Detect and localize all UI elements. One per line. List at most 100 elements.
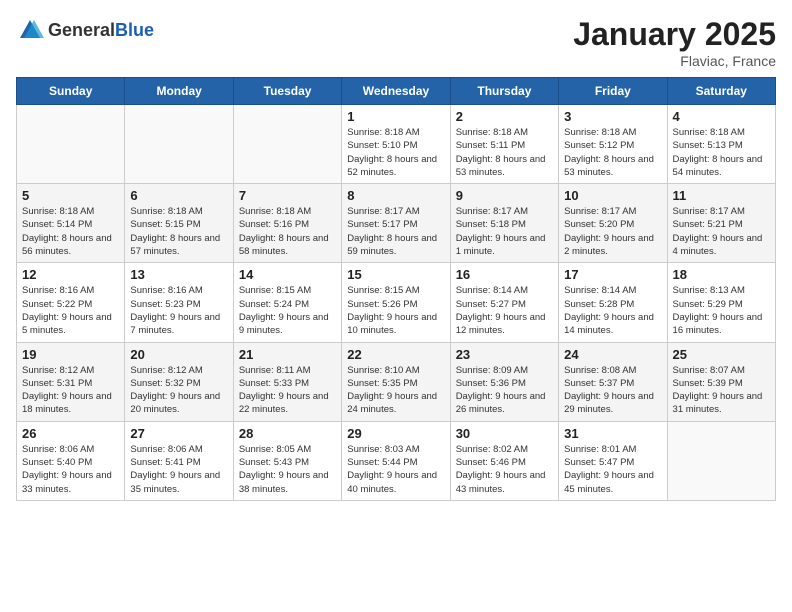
calendar-cell: 6 Sunrise: 8:18 AM Sunset: 5:15 PM Daylig… — [125, 184, 233, 263]
day-number: 3 — [564, 109, 661, 124]
day-info: Sunrise: 8:16 AM Sunset: 5:23 PM Dayligh… — [130, 284, 227, 337]
weekday-header-wednesday: Wednesday — [342, 78, 450, 105]
day-info: Sunrise: 8:07 AM Sunset: 5:39 PM Dayligh… — [673, 364, 770, 417]
calendar-week-row: 19 Sunrise: 8:12 AM Sunset: 5:31 PM Dayli… — [17, 342, 776, 421]
calendar-cell: 8 Sunrise: 8:17 AM Sunset: 5:17 PM Daylig… — [342, 184, 450, 263]
calendar-cell: 21 Sunrise: 8:11 AM Sunset: 5:33 PM Dayli… — [233, 342, 341, 421]
calendar-cell: 23 Sunrise: 8:09 AM Sunset: 5:36 PM Dayli… — [450, 342, 558, 421]
day-info: Sunrise: 8:08 AM Sunset: 5:37 PM Dayligh… — [564, 364, 661, 417]
weekday-header-sunday: Sunday — [17, 78, 125, 105]
day-info: Sunrise: 8:06 AM Sunset: 5:41 PM Dayligh… — [130, 443, 227, 496]
day-number: 11 — [673, 188, 770, 203]
day-info: Sunrise: 8:18 AM Sunset: 5:11 PM Dayligh… — [456, 126, 553, 179]
calendar-body: 1Sunrise: 8:18 AM Sunset: 5:10 PM Daylig… — [17, 105, 776, 501]
calendar-cell: 22Sunrise: 8:10 AM Sunset: 5:35 PM Dayli… — [342, 342, 450, 421]
calendar-cell: 25 Sunrise: 8:07 AM Sunset: 5:39 PM Dayli… — [667, 342, 775, 421]
day-info: Sunrise: 8:17 AM Sunset: 5:17 PM Dayligh… — [347, 205, 444, 258]
calendar-cell: 9Sunrise: 8:17 AM Sunset: 5:18 PM Daylig… — [450, 184, 558, 263]
page-header: GeneralBlue January 2025 Flaviac, France — [16, 16, 776, 69]
calendar-cell: 27 Sunrise: 8:06 AM Sunset: 5:41 PM Dayli… — [125, 421, 233, 500]
day-info: Sunrise: 8:18 AM Sunset: 5:12 PM Dayligh… — [564, 126, 661, 179]
day-number: 13 — [130, 267, 227, 282]
day-number: 2 — [456, 109, 553, 124]
logo-general: General — [48, 20, 115, 40]
day-number: 19 — [22, 347, 119, 362]
day-number: 8 — [347, 188, 444, 203]
day-info: Sunrise: 8:01 AM Sunset: 5:47 PM Dayligh… — [564, 443, 661, 496]
day-info: Sunrise: 8:15 AM Sunset: 5:24 PM Dayligh… — [239, 284, 336, 337]
calendar-cell: 4Sunrise: 8:18 AM Sunset: 5:13 PM Daylig… — [667, 105, 775, 184]
day-info: Sunrise: 8:15 AM Sunset: 5:26 PM Dayligh… — [347, 284, 444, 337]
day-number: 10 — [564, 188, 661, 203]
calendar-cell: 14 Sunrise: 8:15 AM Sunset: 5:24 PM Dayli… — [233, 263, 341, 342]
day-info: Sunrise: 8:18 AM Sunset: 5:15 PM Dayligh… — [130, 205, 227, 258]
weekday-header-tuesday: Tuesday — [233, 78, 341, 105]
calendar-cell: 20Sunrise: 8:12 AM Sunset: 5:32 PM Dayli… — [125, 342, 233, 421]
logo: GeneralBlue — [16, 16, 154, 44]
day-number: 26 — [22, 426, 119, 441]
day-number: 31 — [564, 426, 661, 441]
calendar-cell — [125, 105, 233, 184]
day-number: 16 — [456, 267, 553, 282]
day-info: Sunrise: 8:02 AM Sunset: 5:46 PM Dayligh… — [456, 443, 553, 496]
calendar-cell: 24 Sunrise: 8:08 AM Sunset: 5:37 PM Dayli… — [559, 342, 667, 421]
day-number: 30 — [456, 426, 553, 441]
calendar-table: SundayMondayTuesdayWednesdayThursdayFrid… — [16, 77, 776, 501]
day-info: Sunrise: 8:09 AM Sunset: 5:36 PM Dayligh… — [456, 364, 553, 417]
calendar-cell: 30 Sunrise: 8:02 AM Sunset: 5:46 PM Dayli… — [450, 421, 558, 500]
calendar-week-row: 1Sunrise: 8:18 AM Sunset: 5:10 PM Daylig… — [17, 105, 776, 184]
day-info: Sunrise: 8:13 AM Sunset: 5:29 PM Dayligh… — [673, 284, 770, 337]
day-number: 17 — [564, 267, 661, 282]
day-number: 15 — [347, 267, 444, 282]
day-number: 28 — [239, 426, 336, 441]
calendar-cell: 19 Sunrise: 8:12 AM Sunset: 5:31 PM Dayli… — [17, 342, 125, 421]
day-info: Sunrise: 8:18 AM Sunset: 5:16 PM Dayligh… — [239, 205, 336, 258]
day-number: 23 — [456, 347, 553, 362]
calendar-cell: 28 Sunrise: 8:05 AM Sunset: 5:43 PM Dayli… — [233, 421, 341, 500]
weekday-header-monday: Monday — [125, 78, 233, 105]
calendar-cell: 12Sunrise: 8:16 AM Sunset: 5:22 PM Dayli… — [17, 263, 125, 342]
day-info: Sunrise: 8:05 AM Sunset: 5:43 PM Dayligh… — [239, 443, 336, 496]
day-number: 18 — [673, 267, 770, 282]
weekday-header-saturday: Saturday — [667, 78, 775, 105]
day-info: Sunrise: 8:14 AM Sunset: 5:28 PM Dayligh… — [564, 284, 661, 337]
day-info: Sunrise: 8:17 AM Sunset: 5:18 PM Dayligh… — [456, 205, 553, 258]
calendar-week-row: 12Sunrise: 8:16 AM Sunset: 5:22 PM Dayli… — [17, 263, 776, 342]
day-info: Sunrise: 8:03 AM Sunset: 5:44 PM Dayligh… — [347, 443, 444, 496]
day-number: 5 — [22, 188, 119, 203]
calendar-cell: 11 Sunrise: 8:17 AM Sunset: 5:21 PM Dayli… — [667, 184, 775, 263]
day-info: Sunrise: 8:17 AM Sunset: 5:21 PM Dayligh… — [673, 205, 770, 258]
month-title: January 2025 — [573, 16, 776, 53]
location: Flaviac, France — [573, 53, 776, 69]
calendar-cell: 16Sunrise: 8:14 AM Sunset: 5:27 PM Dayli… — [450, 263, 558, 342]
calendar-cell: 7Sunrise: 8:18 AM Sunset: 5:16 PM Daylig… — [233, 184, 341, 263]
day-number: 6 — [130, 188, 227, 203]
calendar-cell: 1Sunrise: 8:18 AM Sunset: 5:10 PM Daylig… — [342, 105, 450, 184]
day-number: 21 — [239, 347, 336, 362]
day-info: Sunrise: 8:18 AM Sunset: 5:14 PM Dayligh… — [22, 205, 119, 258]
calendar-cell: 3 Sunrise: 8:18 AM Sunset: 5:12 PM Daylig… — [559, 105, 667, 184]
calendar-cell — [233, 105, 341, 184]
weekday-header-row: SundayMondayTuesdayWednesdayThursdayFrid… — [17, 78, 776, 105]
day-number: 27 — [130, 426, 227, 441]
day-info: Sunrise: 8:12 AM Sunset: 5:31 PM Dayligh… — [22, 364, 119, 417]
calendar-cell: 17 Sunrise: 8:14 AM Sunset: 5:28 PM Dayli… — [559, 263, 667, 342]
day-info: Sunrise: 8:16 AM Sunset: 5:22 PM Dayligh… — [22, 284, 119, 337]
calendar-cell: 15 Sunrise: 8:15 AM Sunset: 5:26 PM Dayli… — [342, 263, 450, 342]
day-info: Sunrise: 8:11 AM Sunset: 5:33 PM Dayligh… — [239, 364, 336, 417]
day-info: Sunrise: 8:06 AM Sunset: 5:40 PM Dayligh… — [22, 443, 119, 496]
day-number: 24 — [564, 347, 661, 362]
calendar-cell: 29 Sunrise: 8:03 AM Sunset: 5:44 PM Dayli… — [342, 421, 450, 500]
day-number: 4 — [673, 109, 770, 124]
calendar-week-row: 26 Sunrise: 8:06 AM Sunset: 5:40 PM Dayli… — [17, 421, 776, 500]
logo-blue: Blue — [115, 20, 154, 40]
calendar-cell: 10Sunrise: 8:17 AM Sunset: 5:20 PM Dayli… — [559, 184, 667, 263]
day-number: 14 — [239, 267, 336, 282]
day-number: 22 — [347, 347, 444, 362]
calendar-cell: 26 Sunrise: 8:06 AM Sunset: 5:40 PM Dayli… — [17, 421, 125, 500]
calendar-week-row: 5 Sunrise: 8:18 AM Sunset: 5:14 PM Daylig… — [17, 184, 776, 263]
day-number: 25 — [673, 347, 770, 362]
calendar-header: SundayMondayTuesdayWednesdayThursdayFrid… — [17, 78, 776, 105]
day-number: 29 — [347, 426, 444, 441]
logo-icon — [16, 16, 44, 44]
